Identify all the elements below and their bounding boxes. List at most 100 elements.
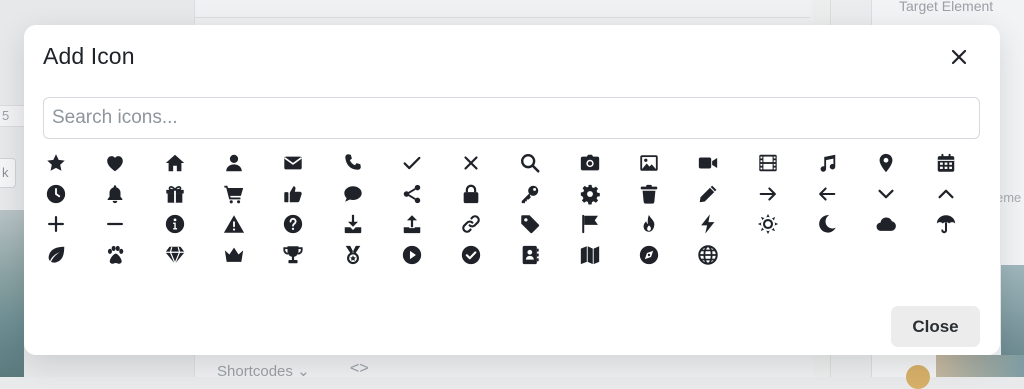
upload-icon — [401, 213, 423, 235]
heart-icon — [104, 152, 126, 174]
left-image-thumbnail — [0, 210, 24, 377]
icon-option-music[interactable] — [813, 149, 841, 177]
icon-option-search[interactable] — [516, 149, 544, 177]
info-circle-icon — [164, 213, 186, 235]
icon-option-crown[interactable] — [220, 241, 248, 269]
gift-icon — [164, 183, 186, 205]
calendar-icon — [935, 152, 957, 174]
icon-option-globe[interactable] — [694, 241, 722, 269]
icon-option-map-marker[interactable] — [872, 149, 900, 177]
gem-icon — [164, 244, 186, 266]
icon-option-compass[interactable] — [635, 241, 663, 269]
modal-title: Add Icon — [43, 43, 135, 70]
shortcodes-tab[interactable]: Shortcodes ⌄ — [217, 362, 310, 380]
icon-option-link[interactable] — [457, 210, 485, 238]
icon-option-fire[interactable] — [635, 210, 663, 238]
icon-option-arrow-left[interactable] — [813, 180, 841, 208]
code-icon[interactable]: <> — [350, 360, 369, 378]
modal-close-button[interactable] — [944, 43, 974, 71]
icon-option-trash[interactable] — [635, 180, 663, 208]
star-icon — [45, 152, 67, 174]
icon-option-info-circle[interactable] — [161, 210, 189, 238]
chevron-down-icon: ⌄ — [297, 363, 310, 380]
icon-option-image[interactable] — [635, 149, 663, 177]
icon-option-phone[interactable] — [339, 149, 367, 177]
icon-option-cog[interactable] — [576, 180, 604, 208]
globe-icon — [697, 244, 719, 266]
icon-option-bolt[interactable] — [694, 210, 722, 238]
icon-option-times[interactable] — [457, 149, 485, 177]
icon-option-video[interactable] — [694, 149, 722, 177]
icon-option-plus[interactable] — [42, 210, 70, 238]
icon-option-check-circle[interactable] — [457, 241, 485, 269]
address-book-icon — [519, 244, 541, 266]
icon-option-shopping-cart[interactable] — [220, 180, 248, 208]
trash-icon — [638, 183, 660, 205]
icon-option-key[interactable] — [516, 180, 544, 208]
icon-option-leaf[interactable] — [42, 241, 70, 269]
icon-option-warning-triangle[interactable] — [220, 210, 248, 238]
icon-option-medal[interactable] — [339, 241, 367, 269]
bell-icon — [104, 183, 126, 205]
phone-icon — [342, 152, 364, 174]
right-image-thumbnail — [1001, 265, 1024, 355]
icon-option-moon[interactable] — [813, 210, 841, 238]
search-icon — [519, 152, 541, 174]
icon-option-gift[interactable] — [161, 180, 189, 208]
icon-option-film[interactable] — [754, 149, 782, 177]
icon-option-chevron-down[interactable] — [872, 180, 900, 208]
icon-option-thumbs-up[interactable] — [279, 180, 307, 208]
close-icon — [951, 49, 967, 65]
icon-option-star[interactable] — [42, 149, 70, 177]
icon-option-sun[interactable] — [754, 210, 782, 238]
icon-option-bell[interactable] — [101, 180, 129, 208]
icon-option-trophy[interactable] — [279, 241, 307, 269]
search-icons-input[interactable] — [43, 97, 980, 139]
close-button[interactable]: Close — [891, 306, 980, 347]
icon-option-flag[interactable] — [576, 210, 604, 238]
shopping-cart-icon — [223, 183, 245, 205]
add-icon-modal: Add Icon Close — [24, 25, 1000, 355]
icon-option-address-book[interactable] — [516, 241, 544, 269]
icon-option-map[interactable] — [576, 241, 604, 269]
sun-icon — [757, 213, 779, 235]
envelope-icon — [282, 152, 304, 174]
icon-option-gem[interactable] — [161, 241, 189, 269]
avatar — [906, 365, 930, 389]
icon-option-question-circle[interactable] — [279, 210, 307, 238]
icon-option-lock[interactable] — [457, 180, 485, 208]
left-strip-text: 5 — [0, 108, 9, 123]
icon-option-umbrella[interactable] — [932, 210, 960, 238]
icon-option-chevron-up[interactable] — [932, 180, 960, 208]
icon-option-share[interactable] — [398, 180, 426, 208]
icon-option-calendar[interactable] — [932, 149, 960, 177]
icon-option-arrow-right[interactable] — [754, 180, 782, 208]
icon-option-paw[interactable] — [101, 241, 129, 269]
icon-option-minus[interactable] — [101, 210, 129, 238]
icon-option-cloud[interactable] — [872, 210, 900, 238]
chevron-up-icon — [935, 183, 957, 205]
icon-option-upload[interactable] — [398, 210, 426, 238]
icon-option-tag[interactable] — [516, 210, 544, 238]
left-tab-fragment[interactable]: k — [0, 158, 16, 188]
icon-option-comment[interactable] — [339, 180, 367, 208]
icon-option-clock[interactable] — [42, 180, 70, 208]
camera-icon — [579, 152, 601, 174]
flag-icon — [579, 213, 601, 235]
icon-option-envelope[interactable] — [279, 149, 307, 177]
check-icon — [401, 152, 423, 174]
icon-option-pencil[interactable] — [694, 180, 722, 208]
plus-icon — [45, 213, 67, 235]
icon-option-heart[interactable] — [101, 149, 129, 177]
video-icon — [697, 152, 719, 174]
icon-option-play-circle[interactable] — [398, 241, 426, 269]
icon-option-download[interactable] — [339, 210, 367, 238]
icon-option-check[interactable] — [398, 149, 426, 177]
icon-option-user[interactable] — [220, 149, 248, 177]
share-icon — [401, 183, 423, 205]
medal-icon — [342, 244, 364, 266]
icon-option-camera[interactable] — [576, 149, 604, 177]
comment-icon — [342, 183, 364, 205]
link-icon — [460, 213, 482, 235]
icon-option-home[interactable] — [161, 149, 189, 177]
